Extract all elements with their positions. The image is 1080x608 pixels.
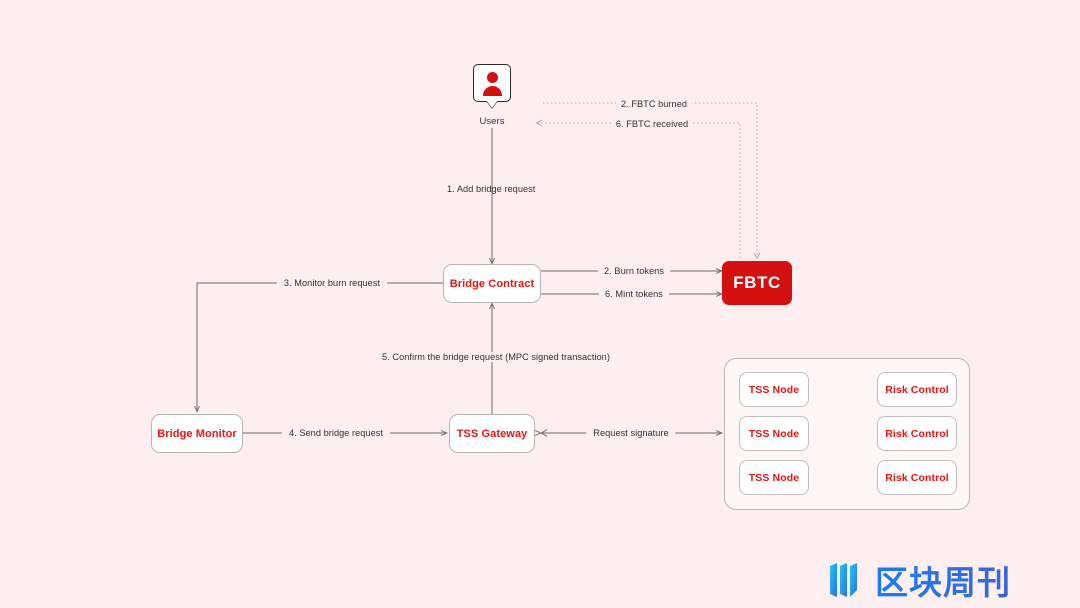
node-risk-control-2[interactable]: Risk Control bbox=[877, 416, 957, 451]
edge-label-send-bridge-request: 4. Send bridge request bbox=[281, 428, 391, 438]
node-tss-node-2-label: TSS Node bbox=[748, 427, 800, 440]
node-bridge-monitor[interactable]: Bridge Monitor bbox=[151, 414, 243, 453]
node-bridge-contract-label: Bridge Contract bbox=[449, 277, 535, 290]
user-icon bbox=[473, 64, 511, 108]
user-body-shape bbox=[482, 86, 502, 96]
connector-lines bbox=[0, 102, 1080, 608]
node-tss-node-2[interactable]: TSS Node bbox=[739, 416, 809, 451]
node-tss-node-3[interactable]: TSS Node bbox=[739, 460, 809, 495]
edge-label-mint-tokens: 6. Mint tokens bbox=[599, 289, 669, 299]
node-tss-node-3-label: TSS Node bbox=[748, 471, 800, 484]
node-tss-gateway-label: TSS Gateway bbox=[456, 427, 528, 440]
watermark: 区块周刊 bbox=[826, 556, 1011, 604]
edge-label-fbtc-burned: 2. FBTC burned bbox=[615, 99, 693, 109]
edge-label-request-signature: Request signature bbox=[586, 428, 676, 438]
node-fbtc[interactable]: FBTC bbox=[722, 261, 792, 305]
node-risk-control-1[interactable]: Risk Control bbox=[877, 372, 957, 407]
edge-label-confirm-bridge-request: 5. Confirm the bridge request (MPC signe… bbox=[375, 352, 617, 362]
node-bridge-monitor-label: Bridge Monitor bbox=[157, 427, 237, 440]
node-tss-node-1-label: TSS Node bbox=[748, 383, 800, 396]
node-fbtc-label: FBTC bbox=[733, 273, 781, 292]
edge-label-fbtc-received: 6. FBTC received bbox=[610, 119, 694, 129]
speech-tail-shape bbox=[486, 100, 498, 108]
node-risk-control-3[interactable]: Risk Control bbox=[877, 460, 957, 495]
diagram-canvas: Users Bridge Contract FBTC Bridge Monito… bbox=[0, 0, 1080, 608]
node-tss-node-1[interactable]: TSS Node bbox=[739, 372, 809, 407]
users-label: Users bbox=[479, 116, 505, 127]
watermark-logo-icon bbox=[830, 563, 857, 597]
user-head-shape bbox=[486, 72, 498, 83]
node-risk-control-3-label: Risk Control bbox=[885, 471, 949, 484]
node-bridge-contract[interactable]: Bridge Contract bbox=[443, 264, 541, 303]
node-tss-gateway[interactable]: TSS Gateway bbox=[449, 414, 535, 453]
edge-label-monitor-burn-request: 3. Monitor burn request bbox=[276, 278, 388, 288]
edge-label-add-bridge-request: 1. Add bridge request bbox=[447, 184, 536, 194]
node-risk-control-1-label: Risk Control bbox=[885, 383, 949, 396]
node-risk-control-2-label: Risk Control bbox=[885, 427, 949, 440]
edge-label-burn-tokens: 2. Burn tokens bbox=[598, 266, 670, 276]
watermark-text: 区块周刊 bbox=[875, 556, 1011, 604]
